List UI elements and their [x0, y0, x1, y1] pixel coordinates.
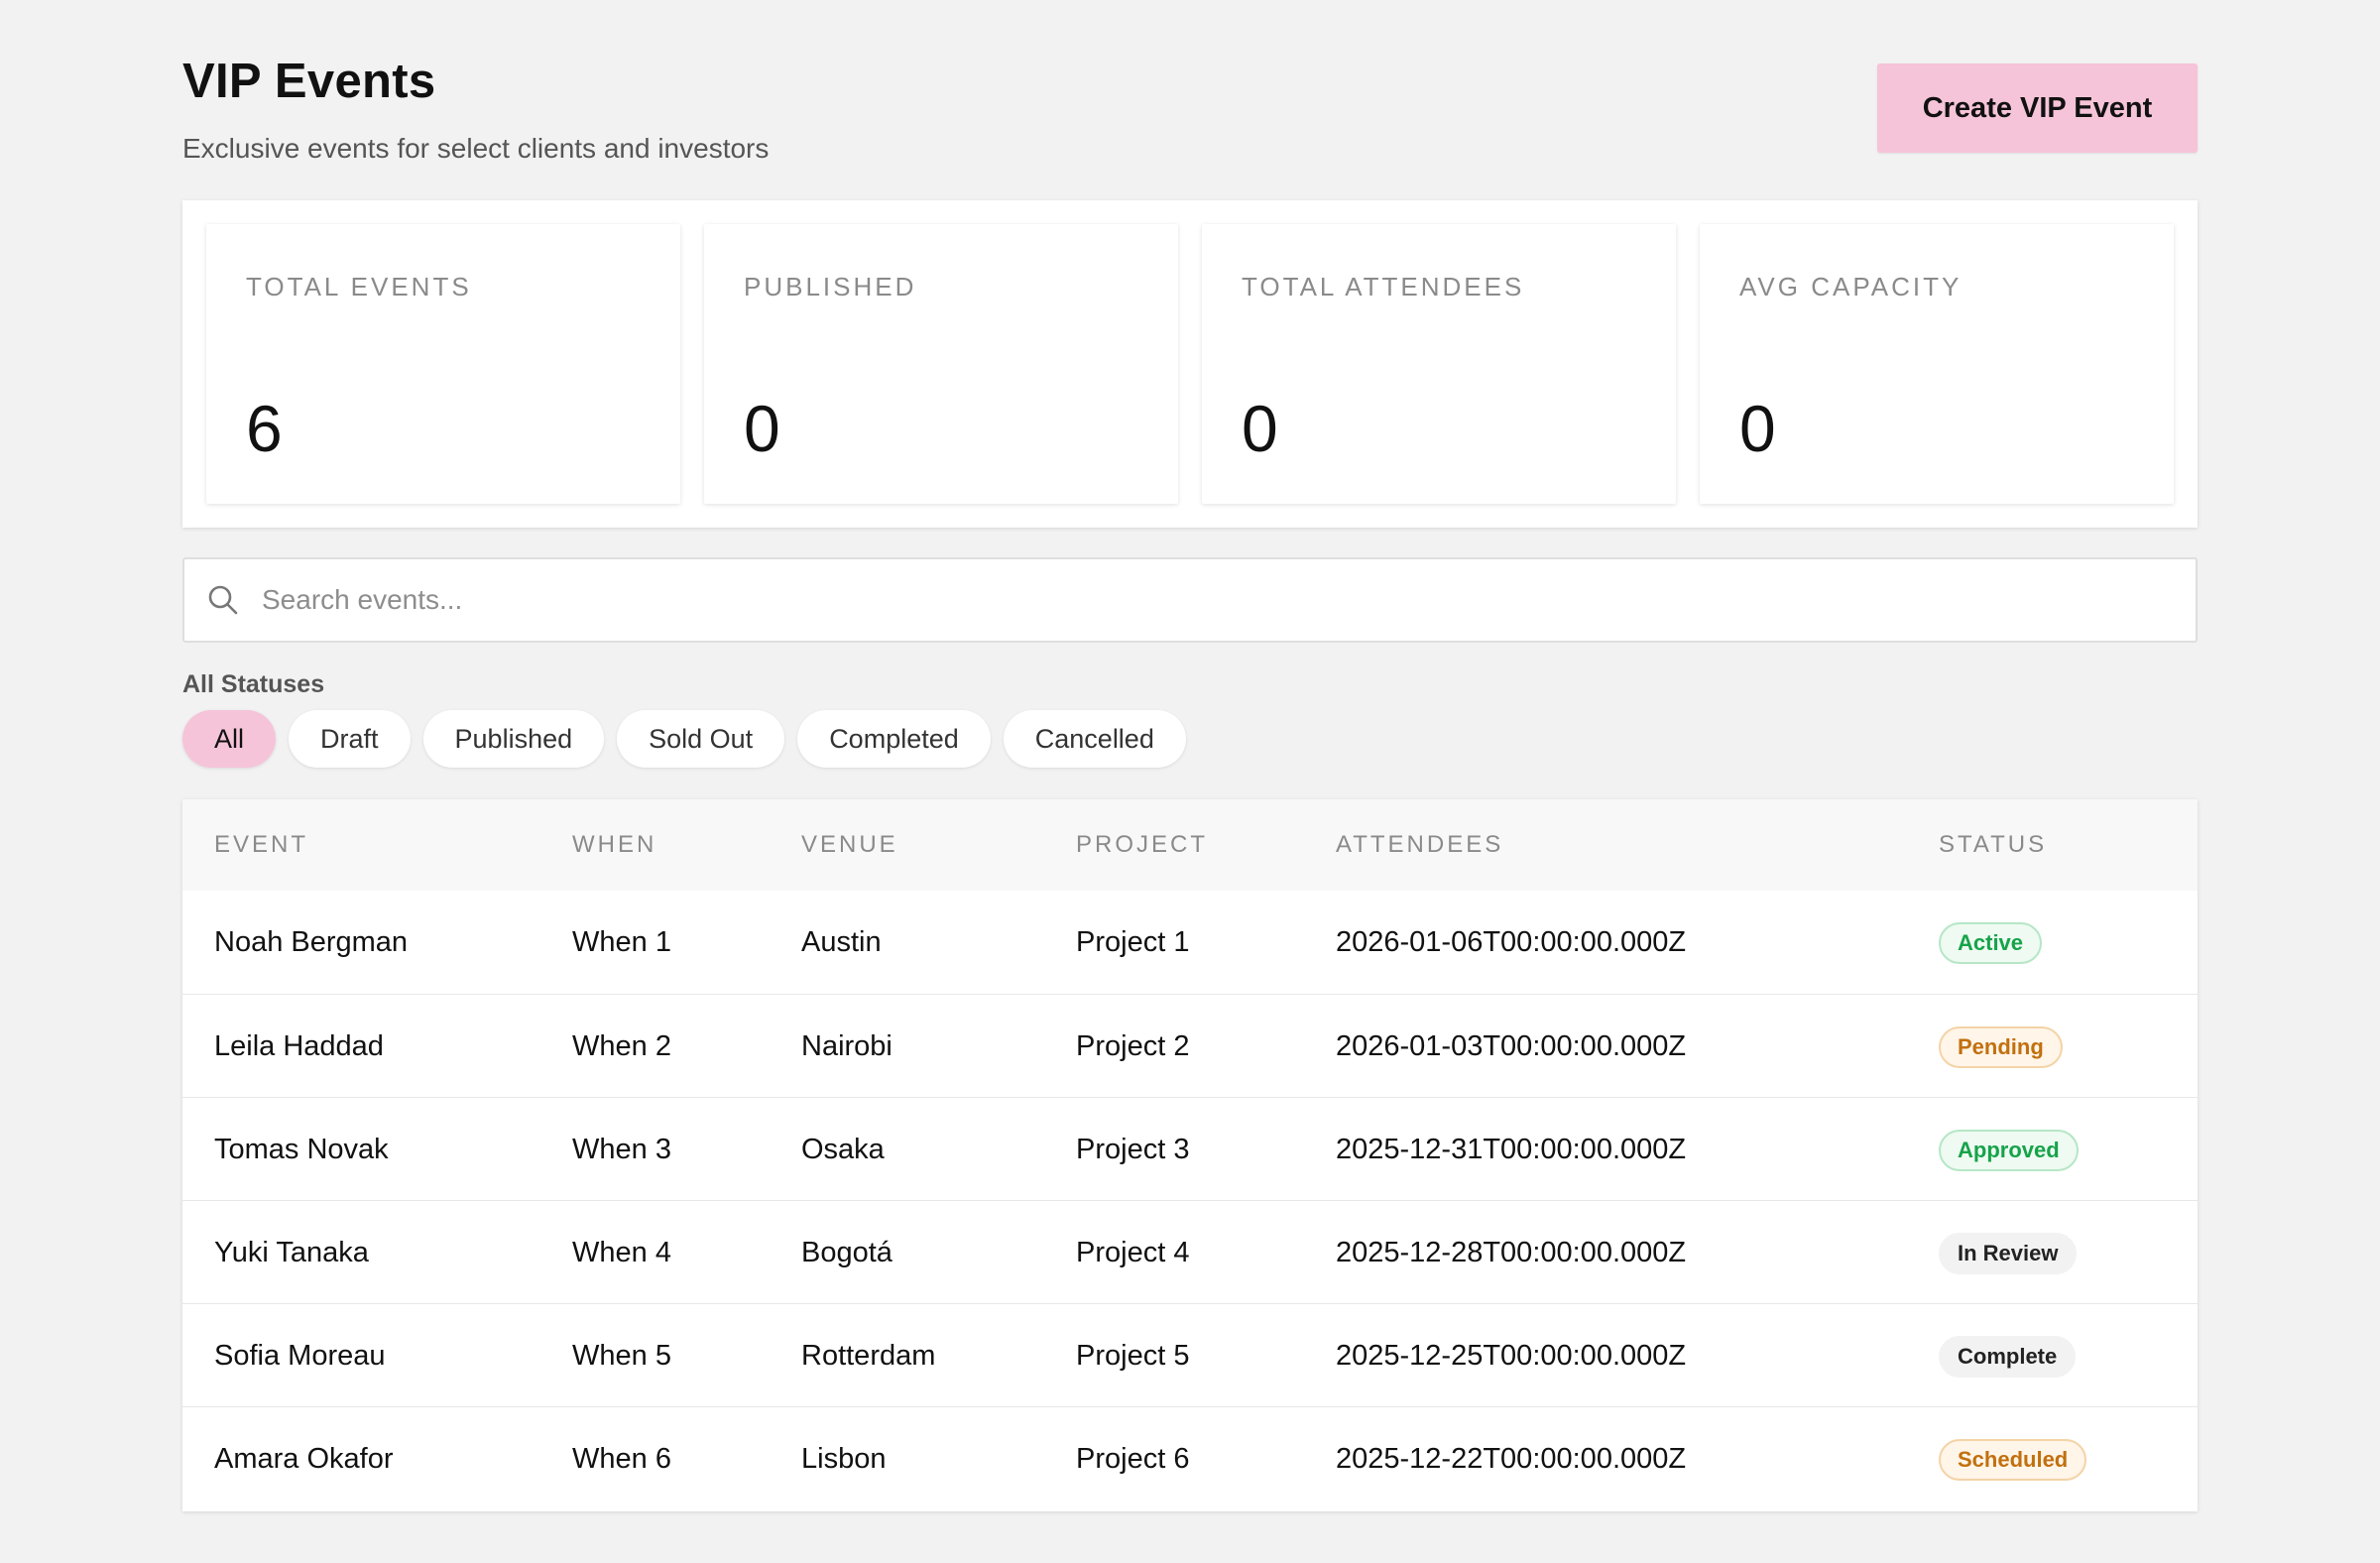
table-row[interactable]: Yuki Tanaka When 4 Bogotá Project 4 2025… [182, 1200, 2198, 1303]
event-when: When 2 [572, 1030, 671, 1062]
event-venue: Rotterdam [801, 1340, 936, 1372]
stats-panel: TOTAL EVENTS 6 PUBLISHED 0 TOTAL ATTENDE… [182, 200, 2198, 528]
event-name: Noah Bergman [214, 926, 409, 958]
event-attendees: 2025-12-22T00:00:00.000Z [1336, 1443, 1687, 1475]
event-name: Leila Haddad [214, 1030, 384, 1062]
status-badge: Scheduled [1939, 1439, 2087, 1481]
stat-card-total-attendees: TOTAL ATTENDEES 0 [1202, 224, 1676, 504]
table-header: EVENT WHEN VENUE PROJECT ATTENDEES STATU… [182, 799, 2198, 891]
event-name: Tomas Novak [214, 1134, 389, 1165]
stat-value: 0 [744, 392, 780, 465]
event-project: Project 4 [1076, 1237, 1190, 1268]
stat-label: AVG CAPACITY [1739, 272, 1963, 301]
stat-value: 6 [246, 392, 283, 465]
stat-value: 0 [1739, 392, 1776, 465]
stat-label: TOTAL EVENTS [246, 272, 472, 301]
status-badge: Active [1939, 922, 2043, 964]
event-project: Project 2 [1076, 1030, 1190, 1062]
stat-card-total-events: TOTAL EVENTS 6 [206, 224, 680, 504]
table-row[interactable]: Amara Okafor When 6 Lisbon Project 6 202… [182, 1406, 2198, 1509]
stat-label: PUBLISHED [744, 272, 917, 301]
event-venue: Nairobi [801, 1030, 892, 1062]
search-box [182, 557, 2198, 643]
status-filter-label: All Statuses [182, 670, 325, 698]
event-attendees: 2025-12-25T00:00:00.000Z [1336, 1340, 1687, 1372]
event-when: When 1 [572, 926, 671, 958]
table-row[interactable]: Noah Bergman When 1 Austin Project 1 202… [182, 891, 2198, 994]
filter-chip-sold-out[interactable]: Sold Out [617, 710, 785, 768]
event-when: When 6 [572, 1443, 671, 1475]
filter-chip-published[interactable]: Published [422, 710, 605, 768]
status-badge: Pending [1939, 1026, 2063, 1068]
event-when: When 3 [572, 1134, 671, 1165]
table-body: Noah Bergman When 1 Austin Project 1 202… [182, 891, 2198, 1509]
event-attendees: 2025-12-31T00:00:00.000Z [1336, 1134, 1687, 1165]
event-project: Project 5 [1076, 1340, 1190, 1372]
stat-label: TOTAL ATTENDEES [1242, 272, 1525, 301]
stat-value: 0 [1242, 392, 1278, 465]
status-filter-chips: All Draft Published Sold Out Completed C… [182, 710, 1186, 768]
event-venue: Osaka [801, 1134, 885, 1165]
filter-chip-cancelled[interactable]: Cancelled [1003, 710, 1186, 768]
status-badge: Complete [1939, 1336, 2077, 1378]
vip-events-page: VIP Events Exclusive events for select c… [0, 0, 2380, 1563]
event-venue: Austin [801, 926, 882, 958]
event-when: When 4 [572, 1237, 671, 1268]
event-venue: Lisbon [801, 1443, 887, 1475]
event-when: When 5 [572, 1340, 671, 1372]
event-venue: Bogotá [801, 1237, 892, 1268]
column-header-status[interactable]: STATUS [1939, 831, 2047, 859]
event-project: Project 6 [1076, 1443, 1190, 1475]
column-header-project[interactable]: PROJECT [1076, 831, 1208, 859]
table-row[interactable]: Tomas Novak When 3 Osaka Project 3 2025-… [182, 1097, 2198, 1200]
search-input[interactable] [262, 559, 2176, 641]
create-vip-event-button[interactable]: Create VIP Event [1877, 63, 2198, 153]
stat-card-published: PUBLISHED 0 [704, 224, 1178, 504]
column-header-event[interactable]: EVENT [214, 831, 308, 859]
column-header-attendees[interactable]: ATTENDEES [1336, 831, 1503, 859]
event-name: Amara Okafor [214, 1443, 394, 1475]
event-project: Project 3 [1076, 1134, 1190, 1165]
page-subtitle: Exclusive events for select clients and … [182, 133, 770, 164]
column-header-venue[interactable]: VENUE [801, 831, 898, 859]
stat-card-avg-capacity: AVG CAPACITY 0 [1700, 224, 2174, 504]
status-badge: In Review [1939, 1233, 2078, 1274]
page-header: VIP Events Exclusive events for select c… [182, 0, 2198, 200]
status-badge: Approved [1939, 1130, 2079, 1171]
column-header-when[interactable]: WHEN [572, 831, 656, 859]
table-row[interactable]: Leila Haddad When 2 Nairobi Project 2 20… [182, 994, 2198, 1097]
page-title: VIP Events [182, 55, 436, 108]
event-attendees: 2026-01-06T00:00:00.000Z [1336, 926, 1687, 958]
event-name: Yuki Tanaka [214, 1237, 369, 1268]
events-table: EVENT WHEN VENUE PROJECT ATTENDEES STATU… [182, 799, 2198, 1511]
filter-chip-completed[interactable]: Completed [797, 710, 991, 768]
event-attendees: 2025-12-28T00:00:00.000Z [1336, 1237, 1687, 1268]
search-icon [208, 585, 238, 615]
filter-chip-draft[interactable]: Draft [289, 710, 411, 768]
event-attendees: 2026-01-03T00:00:00.000Z [1336, 1030, 1687, 1062]
event-name: Sofia Moreau [214, 1340, 386, 1372]
table-row[interactable]: Sofia Moreau When 5 Rotterdam Project 5 … [182, 1303, 2198, 1406]
filter-chip-all[interactable]: All [182, 710, 277, 768]
event-project: Project 1 [1076, 926, 1190, 958]
